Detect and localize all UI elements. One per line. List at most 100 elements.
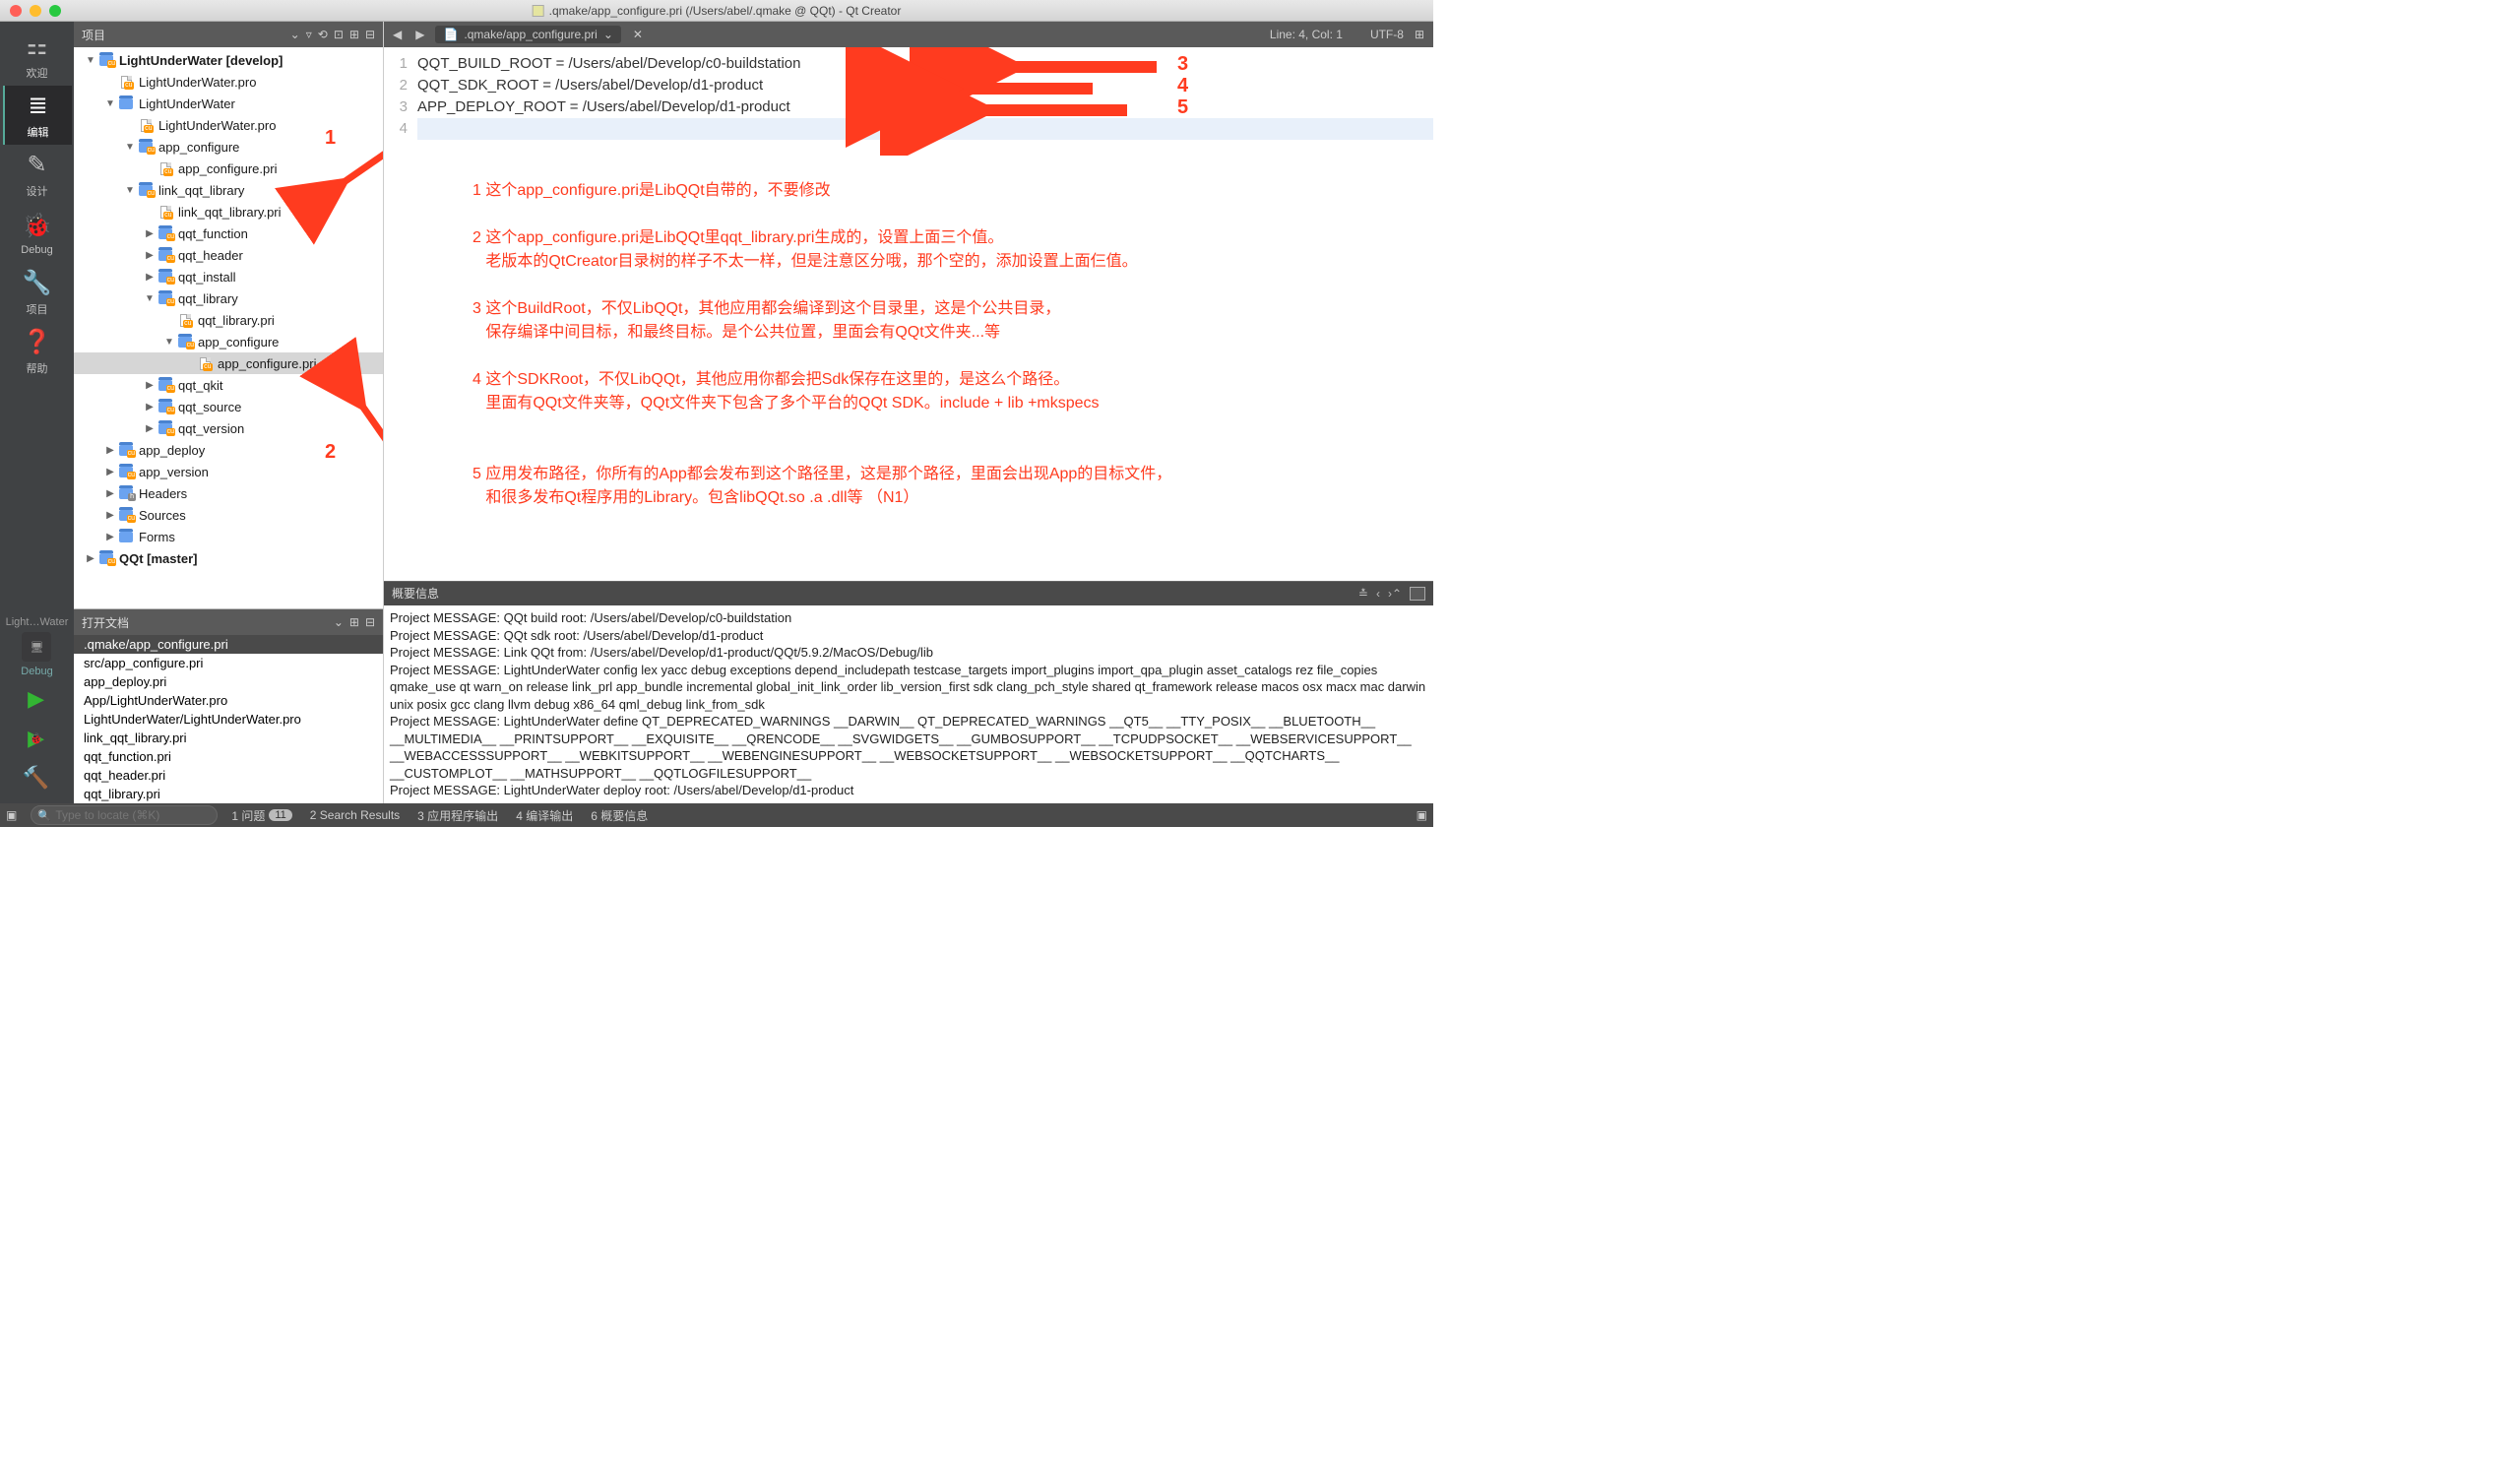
open-doc-item[interactable]: app_deploy.pri [74, 672, 383, 691]
sync-icon[interactable]: ⟲ [318, 28, 328, 41]
mode-item[interactable]: 🔧项目 [3, 263, 72, 322]
open-doc-item[interactable]: LightUnderWater/LightUnderWater.pro [74, 710, 383, 729]
open-doc-item[interactable]: link_qqt_library.pri [74, 729, 383, 747]
mode-item[interactable]: 🐞Debug [3, 204, 72, 263]
tree-expand-icon[interactable]: ▼ [143, 293, 157, 304]
tree-row[interactable]: ▶app_deploy [74, 439, 383, 461]
tree-expand-icon[interactable]: ▶ [143, 423, 157, 434]
open-doc-item[interactable]: qqt_library.pri [74, 785, 383, 803]
dropdown-icon[interactable]: ⌄ [290, 28, 300, 41]
locator-input[interactable] [31, 805, 218, 825]
open-doc-item[interactable]: .qmake/app_configure.pri [74, 635, 383, 654]
locator[interactable] [31, 805, 218, 825]
code-content[interactable]: QQT_BUILD_ROOT = /Users/abel/Develop/c0-… [413, 47, 1433, 581]
tree-row[interactable]: LightUnderWater.pro [74, 71, 383, 93]
close-panel-icon[interactable]: ⊟ [365, 28, 375, 41]
nav-back-icon[interactable]: ◀ [390, 28, 405, 41]
tree-expand-icon[interactable]: ▶ [143, 402, 157, 413]
code-editor[interactable]: 1234 QQT_BUILD_ROOT = /Users/abel/Develo… [384, 47, 1433, 581]
minimize-window[interactable] [30, 5, 41, 17]
tree-row[interactable]: ▶qqt_source [74, 396, 383, 417]
tree-row[interactable]: ▶QQt [master] [74, 547, 383, 569]
file-tab-dropdown[interactable]: ⌄ [603, 28, 613, 41]
close-window[interactable] [10, 5, 22, 17]
statusbar-tab[interactable]: 1 问题 11 [231, 807, 291, 824]
cursor-position[interactable]: Line: 4, Col: 1 [1270, 28, 1343, 41]
tree-row[interactable]: ▶app_version [74, 461, 383, 482]
tree-row[interactable]: ▼qqt_library [74, 287, 383, 309]
statusbar-tab[interactable]: 3 应用程序输出 [417, 807, 498, 824]
progress-icon[interactable]: ▣ [1417, 808, 1427, 822]
tree-row[interactable]: ▼LightUnderWater [develop] [74, 49, 383, 71]
tree-row[interactable]: app_configure.pri [74, 352, 383, 374]
statusbar-tab[interactable]: 6 概要信息 [591, 807, 648, 824]
tree-row[interactable]: link_qqt_library.pri [74, 201, 383, 222]
filter-icon[interactable]: ▿ [306, 28, 312, 41]
code-line[interactable]: APP_DEPLOY_ROOT = /Users/abel/Develop/d1… [417, 96, 1433, 118]
tree-expand-icon[interactable]: ▼ [84, 55, 97, 66]
tree-expand-icon[interactable]: ▶ [103, 445, 117, 456]
tree-row[interactable]: ▶Sources [74, 504, 383, 526]
tree-expand-icon[interactable]: ▶ [103, 532, 117, 542]
tree-row[interactable]: ▼app_configure [74, 136, 383, 158]
encoding-selector[interactable]: UTF-8 [1370, 28, 1404, 41]
close-tab-icon[interactable]: ✕ [633, 28, 643, 41]
tree-expand-icon[interactable]: ▶ [143, 380, 157, 391]
kit-selector[interactable]: Light…Water [2, 614, 73, 630]
code-line[interactable]: QQT_BUILD_ROOT = /Users/abel/Develop/c0-… [417, 53, 1433, 75]
dropdown-icon[interactable]: ⌄ [334, 615, 344, 629]
output-prev-icon[interactable]: ‹ [1376, 587, 1380, 601]
tree-expand-icon[interactable]: ▶ [143, 272, 157, 283]
output-filter-icon[interactable]: ≛ [1358, 587, 1368, 601]
split-icon[interactable]: ⊞ [349, 28, 359, 41]
mode-item[interactable]: ❓帮助 [3, 322, 72, 381]
tree-row[interactable]: ▶qqt_function [74, 222, 383, 244]
split-editor-icon[interactable]: ⊞ [1412, 28, 1427, 41]
code-line[interactable]: QQT_SDK_ROOT = /Users/abel/Develop/d1-pr… [417, 75, 1433, 96]
tree-expand-icon[interactable]: ▶ [103, 467, 117, 477]
file-tab[interactable]: 📄 .qmake/app_configure.pri ⌄ [435, 26, 620, 43]
link-icon[interactable]: ⊡ [334, 28, 344, 41]
mode-item[interactable]: ✎设计 [3, 145, 72, 204]
build-mode[interactable]: Debug [2, 664, 73, 679]
project-tree[interactable]: ▼LightUnderWater [develop]LightUnderWate… [74, 47, 383, 608]
output-expand-icon[interactable]: ⌃ [1392, 587, 1402, 601]
tree-row[interactable]: app_configure.pri [74, 158, 383, 179]
tree-expand-icon[interactable]: ▶ [143, 250, 157, 261]
open-doc-item[interactable]: qqt_function.pri [74, 747, 383, 766]
tree-expand-icon[interactable]: ▶ [84, 553, 97, 564]
tree-row[interactable]: ▼app_configure [74, 331, 383, 352]
open-documents-list[interactable]: .qmake/app_configure.prisrc/app_configur… [74, 635, 383, 803]
tree-row[interactable]: ▶qqt_qkit [74, 374, 383, 396]
kit-icon[interactable]: 🖥 [22, 632, 51, 662]
tree-expand-icon[interactable]: ▼ [123, 142, 137, 153]
run-button[interactable]: ▶ [2, 679, 71, 719]
open-doc-item[interactable]: App/LightUnderWater.pro [74, 691, 383, 710]
tree-row[interactable]: ▶Headers [74, 482, 383, 504]
code-line[interactable] [417, 118, 1433, 140]
statusbar-tab[interactable]: 2 Search Results [310, 807, 400, 824]
tree-expand-icon[interactable]: ▶ [143, 228, 157, 239]
mode-item[interactable]: ⚏欢迎 [3, 27, 72, 86]
tree-row[interactable]: ▶qqt_version [74, 417, 383, 439]
debug-run-button[interactable]: ▶🐞 [2, 719, 71, 758]
split-icon[interactable]: ⊞ [349, 615, 359, 629]
tree-row[interactable]: LightUnderWater.pro [74, 114, 383, 136]
maximize-window[interactable] [49, 5, 61, 17]
tree-row[interactable]: ▶qqt_header [74, 244, 383, 266]
nav-forward-icon[interactable]: ▶ [412, 28, 427, 41]
tree-expand-icon[interactable]: ▼ [162, 337, 176, 348]
tree-expand-icon[interactable]: ▼ [103, 98, 117, 109]
open-doc-item[interactable]: qqt_header.pri [74, 766, 383, 785]
open-doc-item[interactable]: src/app_configure.pri [74, 654, 383, 672]
output-body[interactable]: Project MESSAGE: QQt build root: /Users/… [384, 605, 1433, 803]
tree-expand-icon[interactable]: ▶ [103, 488, 117, 499]
build-button[interactable]: 🔨 [2, 758, 71, 797]
tree-expand-icon[interactable]: ▶ [103, 510, 117, 521]
tree-row[interactable]: ▼link_qqt_library [74, 179, 383, 201]
close-panel-icon[interactable]: ⊟ [365, 615, 375, 629]
tree-expand-icon[interactable]: ▼ [123, 185, 137, 196]
toggle-sidebar-icon[interactable]: ▣ [6, 808, 17, 822]
statusbar-tab[interactable]: 4 编译输出 [516, 807, 573, 824]
tree-row[interactable]: ▶qqt_install [74, 266, 383, 287]
